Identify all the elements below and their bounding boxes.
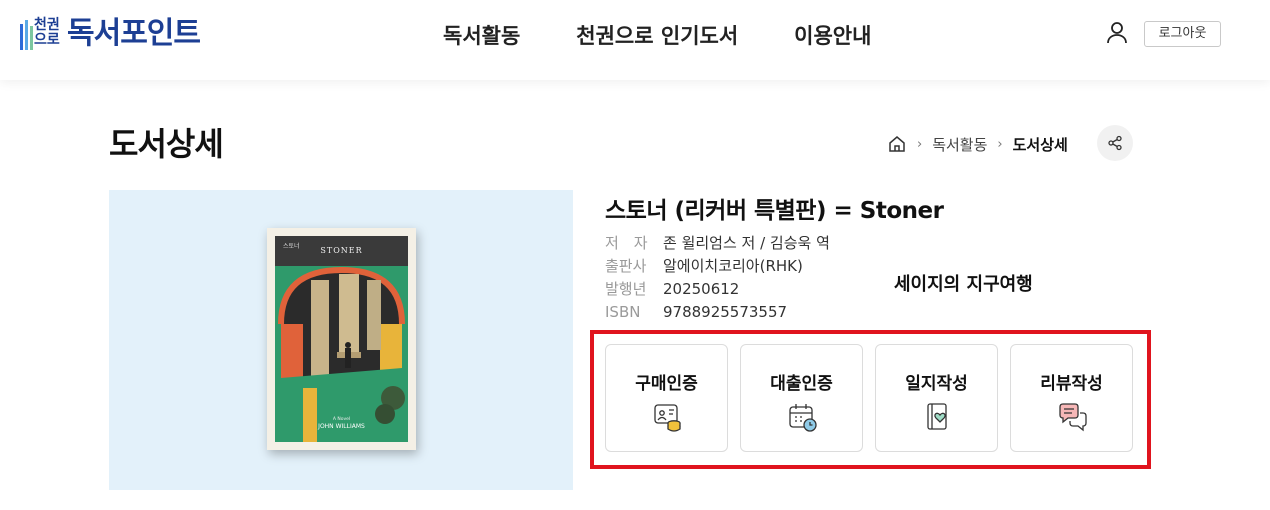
meta-label: 발행년 [605, 280, 647, 298]
meta-value: 20250612 [663, 280, 740, 298]
meta-row-author: 저 자 존 윌리엄스 저 / 김승욱 역 [605, 232, 830, 255]
user-icon[interactable] [1105, 20, 1129, 44]
reading-note-label: 세이지의 지구여행 [894, 274, 1033, 295]
chevron-right-icon: › [917, 136, 923, 152]
meta-value: 존 윌리엄스 저 / 김승욱 역 [663, 234, 830, 252]
meta-row-isbn: ISBN 9788925573557 [605, 301, 830, 324]
chevron-right-icon: › [997, 136, 1003, 152]
home-icon[interactable] [887, 134, 907, 154]
meta-label: 저 자 [605, 234, 648, 252]
card-label: 대출인증 [770, 374, 833, 394]
cover-subtitle: A Novel [333, 416, 350, 422]
review-write-button[interactable]: 리뷰작성 [1010, 344, 1133, 452]
logo-text: 독서포인트 [67, 16, 201, 51]
breadcrumb-current: 도서상세 [1012, 135, 1068, 154]
book-title: 스토너 (리커버 특별판) = Stoner [605, 198, 944, 224]
main-nav: 독서활동 천권으로 인기도서 이용안내 [443, 22, 927, 50]
card-label: 구매인증 [635, 374, 698, 394]
site-logo[interactable]: 천권 으로 독서포인트 [20, 16, 201, 52]
meta-label: ISBN [605, 303, 641, 321]
card-label: 일지작성 [905, 374, 968, 394]
meta-label: 출판사 [605, 257, 647, 275]
book-cover-image[interactable]: 스토너 STONER A Novel JOHN WILLIAMS [267, 228, 416, 450]
meta-value: 9788925573557 [663, 303, 788, 321]
purchase-verify-button[interactable]: 구매인증 [605, 344, 728, 452]
loan-verify-button[interactable]: 대출인증 [740, 344, 863, 452]
book-cover-panel: 스토너 STONER A Novel JOHN WILLIAMS [109, 190, 573, 490]
nav-item-popular-books[interactable]: 천권으로 인기도서 [576, 22, 738, 50]
cover-title-en: STONER [320, 246, 362, 255]
cover-author: JOHN WILLIAMS [317, 423, 365, 430]
logout-button[interactable]: 로그아웃 [1144, 21, 1221, 47]
logo-mark-icon: 천권 으로 [20, 16, 64, 52]
cover-title-kr: 스토너 [283, 242, 300, 250]
site-header: 천권 으로 독서포인트 독서활동 천권으로 인기도서 이용안내 로그아웃 [0, 0, 1270, 80]
meta-row-year: 발행년 20250612 [605, 278, 830, 301]
meta-row-publisher: 출판사 알에이치코리아(RHK) [605, 255, 830, 278]
nav-item-reading-activity[interactable]: 독서활동 [443, 22, 520, 50]
logo-mark-line2: 으로 [34, 32, 60, 48]
loan-calendar-icon [789, 404, 817, 432]
page-title: 도서상세 [109, 125, 224, 163]
logo-mark-line1: 천권 [34, 17, 60, 33]
breadcrumb-parent[interactable]: 독서활동 [932, 134, 987, 155]
meta-value: 알에이치코리아(RHK) [663, 257, 803, 275]
review-chat-icon [1059, 403, 1087, 432]
journal-heart-icon [927, 403, 947, 430]
purchase-verify-icon [654, 404, 681, 432]
journal-write-button[interactable]: 일지작성 [875, 344, 998, 452]
share-icon [1108, 135, 1122, 151]
book-meta: 저 자 존 윌리엄스 저 / 김승욱 역 출판사 알에이치코리아(RHK) 발행… [605, 232, 830, 324]
share-button[interactable] [1097, 125, 1133, 161]
nav-item-usage-guide[interactable]: 이용안내 [794, 22, 871, 50]
breadcrumb: › 독서활동 › 도서상세 [887, 132, 1068, 156]
card-label: 리뷰작성 [1040, 374, 1103, 394]
